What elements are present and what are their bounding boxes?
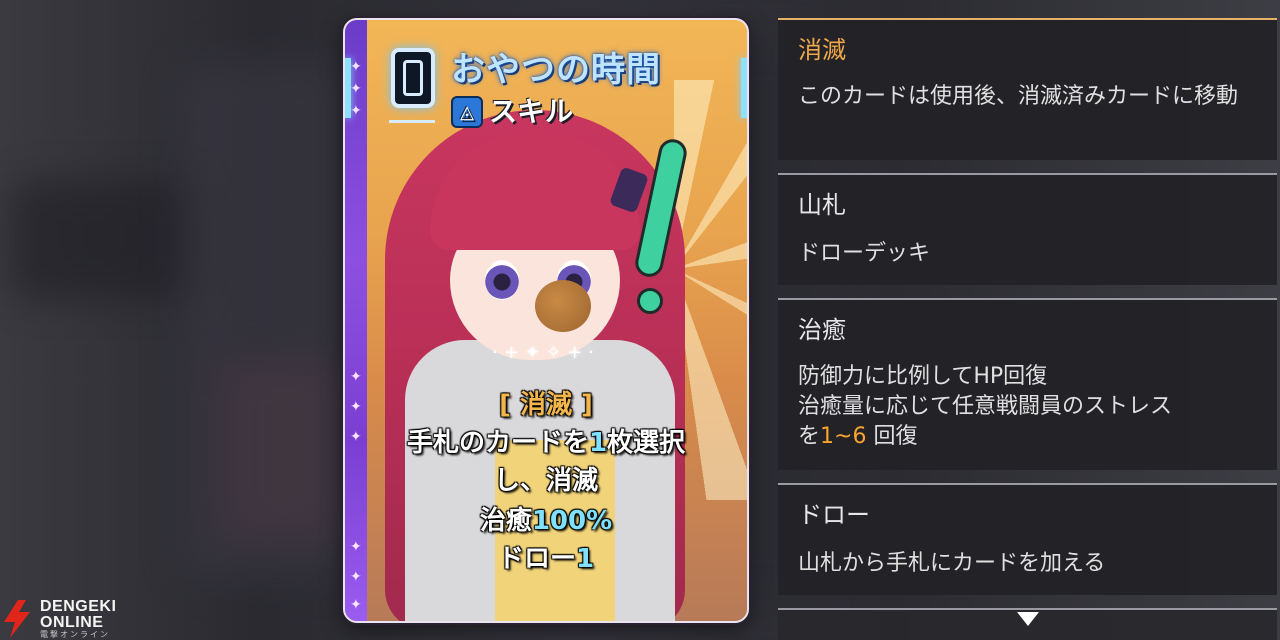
background-blur bbox=[10, 180, 200, 300]
panel-desc: 山札から手札にカードを加える bbox=[798, 551, 1106, 576]
card-effect-line: し、消滅 bbox=[493, 466, 598, 496]
character-eye bbox=[485, 260, 519, 300]
card-keyword: [ 消滅 ] bbox=[499, 390, 593, 420]
dengeki-online-watermark: DENGEKI ONLINE 電撃オンライン bbox=[2, 598, 122, 640]
keyword-panel-chiyu[interactable]: 治癒 防御力に比例してHP回復 治癒量に応じて任意戦闘員のストレス を1~6 回… bbox=[778, 298, 1277, 470]
lightning-icon bbox=[4, 600, 30, 638]
sparkle-icon: ✦ bbox=[350, 81, 362, 97]
sparkle-icon: ✦ bbox=[350, 59, 362, 75]
cost-underline bbox=[389, 120, 435, 123]
panel-title: 消滅 bbox=[798, 36, 846, 64]
card-effect-line: 手札のカードを1枚選択 bbox=[406, 428, 686, 458]
panel-desc: このカードは使用後、消滅済みカードに移動 bbox=[798, 84, 1239, 109]
card-effect-line: 治癒100% bbox=[479, 506, 613, 536]
skill-icon: ◬ bbox=[451, 96, 483, 128]
scroll-down-icon[interactable] bbox=[1017, 612, 1039, 626]
title-bracket-right bbox=[741, 58, 747, 118]
card-cost-icon bbox=[391, 48, 435, 108]
sparkle-icon: ✦ bbox=[350, 103, 362, 119]
panel-title: 山札 bbox=[798, 191, 846, 219]
cookie-art bbox=[535, 280, 591, 332]
card-type: ◬ スキル bbox=[451, 92, 573, 132]
keyword-panel-shoumetsu[interactable]: 消滅 このカードは使用後、消滅済みカードに移動 bbox=[778, 18, 1277, 160]
background-blur bbox=[220, 360, 340, 540]
card-effect-line: ドロー1 bbox=[497, 544, 595, 574]
panel-desc: 防御力に比例してHP回復 治癒量に応じて任意戦闘員のストレス を1~6 回復 bbox=[798, 364, 1173, 449]
sparkle-icon: ✦ bbox=[350, 369, 362, 385]
panel-title: 治癒 bbox=[798, 316, 846, 344]
sparkle-divider: ·+✦✧+· bbox=[492, 342, 600, 363]
skill-card[interactable]: ✦ ✦ ✦ ✦ ✦ ✦ ✦ ✦ ✦ おやつの時間 ◬ スキル ·+✦✧+· [ … bbox=[343, 18, 749, 623]
title-bracket-left bbox=[345, 58, 351, 118]
exclamation-dot-icon bbox=[637, 288, 663, 314]
cost-zero-glyph bbox=[403, 60, 423, 96]
panel-title: ドロー bbox=[798, 501, 870, 529]
card-type-label: スキル bbox=[489, 95, 574, 128]
watermark-line: 電撃オンライン bbox=[40, 630, 110, 639]
keyword-panel-draw[interactable]: ドロー 山札から手札にカードを加える bbox=[778, 483, 1277, 595]
panel-desc: ドローデッキ bbox=[798, 241, 931, 266]
keyword-panel-yamafuda[interactable]: 山札 ドローデッキ bbox=[778, 173, 1277, 285]
sparkle-icon: ✦ bbox=[350, 597, 362, 613]
card-title: おやつの時間 bbox=[451, 50, 661, 90]
